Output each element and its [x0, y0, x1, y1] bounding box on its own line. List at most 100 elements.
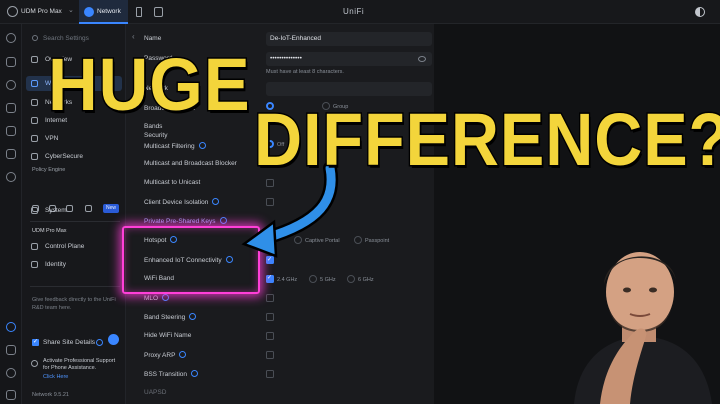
- password-field[interactable]: ••••••••••••••: [266, 52, 432, 66]
- band-2-4-label: 2.4 GHz: [277, 277, 298, 283]
- console-section-title: UDM Pro Max: [32, 228, 67, 234]
- password-value: ••••••••••••••: [270, 55, 302, 62]
- band-steering-label: Band Steering: [144, 313, 197, 321]
- divider: [30, 286, 120, 287]
- devices-icon[interactable]: [6, 80, 16, 90]
- policy-engine-title: Policy Engine: [32, 167, 66, 173]
- bss-transition-label: BSS Transition: [144, 370, 198, 378]
- name-value: De-IoT-Enhanced: [270, 35, 321, 42]
- multicast-filtering-label: Multicast Filtering: [144, 142, 206, 150]
- info-icon[interactable]: [219, 217, 227, 224]
- info-icon[interactable]: [198, 142, 206, 149]
- storage-app-icon[interactable]: [154, 7, 163, 17]
- support-icon: [31, 360, 38, 367]
- search-icon: [32, 35, 38, 41]
- identity-icon: [31, 261, 38, 268]
- multicast-to-unicast-label: Multicast to Unicast: [144, 179, 201, 186]
- top-bar: UDM Pro Max ⌄ Network UniFi: [0, 0, 720, 24]
- hide-wifi-checkbox[interactable]: [266, 332, 274, 340]
- alarm-icon[interactable]: [6, 172, 16, 182]
- back-chevron-icon[interactable]: ‹: [132, 32, 135, 41]
- protect-app-icon[interactable]: [136, 7, 142, 17]
- ppsk-label: Private Pre-Shared Keys: [144, 217, 227, 225]
- band-5-checkbox[interactable]: 5 GHz: [309, 275, 336, 283]
- password-hint: Must have at least 8 characters.: [266, 69, 344, 75]
- network-app-icon: [84, 7, 94, 17]
- logs-icon[interactable]: [6, 345, 16, 355]
- bss-transition-checkbox[interactable]: [266, 370, 274, 378]
- name-field[interactable]: De-IoT-Enhanced: [266, 32, 432, 46]
- support-promo: Activate Professional Support for Phone …: [31, 358, 121, 386]
- version-label: Network 9.5.21: [32, 392, 69, 398]
- mlo-checkbox[interactable]: [266, 294, 274, 302]
- eye-off-icon[interactable]: [418, 56, 426, 62]
- info-icon[interactable]: [212, 198, 220, 205]
- band-2-4-checkbox[interactable]: 2.4 GHz: [266, 274, 298, 283]
- sidebar-item-cybersecure[interactable]: CyberSecure: [26, 149, 122, 164]
- share-label: Share Site Details: [43, 339, 96, 346]
- proxy-arp-label: Proxy ARP: [144, 351, 187, 359]
- hide-wifi-label: Hide WiFi Name: [144, 332, 192, 339]
- overview-icon: [31, 56, 38, 63]
- system-icon: [31, 207, 38, 214]
- info-icon[interactable]: [189, 313, 197, 320]
- info-icon[interactable]: [96, 339, 103, 346]
- network-icon: [31, 99, 38, 106]
- sidebar-item-label: System: [45, 207, 67, 214]
- multicast-broadcast-blocker-label: Multicast and Broadcast Blocker: [144, 160, 237, 167]
- sidebar-item-label: Identity: [45, 261, 66, 268]
- clients-icon[interactable]: [6, 103, 16, 113]
- sidebar-item-label: Control Plane: [45, 243, 85, 250]
- feedback-text[interactable]: Give feedback directly to the UniFi R&D …: [32, 296, 116, 312]
- globe-icon: [31, 117, 38, 124]
- sidebar-item-label: CyberSecure: [45, 153, 83, 160]
- share-checkbox[interactable]: ✓: [32, 339, 39, 346]
- sidebar-item-label: VPN: [45, 135, 59, 142]
- sidebar-item-system[interactable]: System: [26, 203, 122, 218]
- mlo-label: MLO: [144, 294, 170, 302]
- chevron-down-icon[interactable]: ⌄: [68, 6, 74, 14]
- tab-network[interactable]: Network: [79, 0, 128, 24]
- band-6-label: 6 GHz: [358, 277, 374, 283]
- traffic-icon[interactable]: [6, 149, 16, 159]
- uapsd-label: UAPSD: [144, 389, 167, 396]
- overlay-text-difference: DIFFERENCE?: [253, 98, 720, 181]
- vpn-icon: [31, 135, 38, 142]
- tab-network-label: Network: [97, 8, 121, 15]
- topology-icon[interactable]: [6, 57, 16, 67]
- console-name[interactable]: UDM Pro Max: [21, 8, 62, 15]
- info-icon[interactable]: [179, 351, 187, 358]
- dashboard-icon[interactable]: [6, 33, 16, 43]
- band-steering-checkbox[interactable]: [266, 313, 274, 321]
- wifi-icon: [31, 80, 38, 87]
- insights-icon[interactable]: [6, 126, 16, 136]
- client-isolation-label: Client Device Isolation: [144, 198, 220, 206]
- security-label: Security: [144, 132, 168, 139]
- sidebar-item-control-plane[interactable]: Control Plane: [26, 239, 122, 254]
- control-plane-icon: [31, 243, 38, 250]
- info-icon[interactable]: [162, 294, 170, 301]
- send-feedback-icon[interactable]: [108, 334, 119, 345]
- notifications-icon[interactable]: [6, 368, 16, 378]
- passpoint-label: Passpoint: [365, 238, 390, 244]
- shield-icon: [31, 153, 38, 160]
- brand-name: UniFi: [343, 7, 365, 16]
- name-label: Name: [144, 35, 162, 42]
- band-5-label: 5 GHz: [320, 277, 336, 283]
- overlay-text-huge: HUGE: [47, 43, 251, 126]
- info-icon[interactable]: [191, 370, 198, 377]
- promo-link[interactable]: Click Here: [43, 374, 68, 380]
- network-select[interactable]: [266, 82, 432, 96]
- proxy-arp-checkbox[interactable]: [266, 351, 274, 359]
- band-6-checkbox[interactable]: 6 GHz: [347, 275, 374, 283]
- console-logo-icon: [7, 6, 18, 17]
- settings-gear-icon[interactable]: [6, 322, 16, 332]
- sidebar-item-vpn[interactable]: VPN: [26, 131, 122, 146]
- divider: [30, 221, 120, 222]
- help-icon[interactable]: [6, 390, 16, 400]
- sidebar-item-identity[interactable]: Identity: [26, 257, 122, 272]
- theme-toggle-icon[interactable]: [695, 7, 705, 17]
- promo-text: Activate Professional Support for Phone …: [43, 358, 116, 371]
- presenter-portrait: [574, 252, 712, 404]
- share-site-details[interactable]: ✓ Share Site Details: [32, 337, 120, 349]
